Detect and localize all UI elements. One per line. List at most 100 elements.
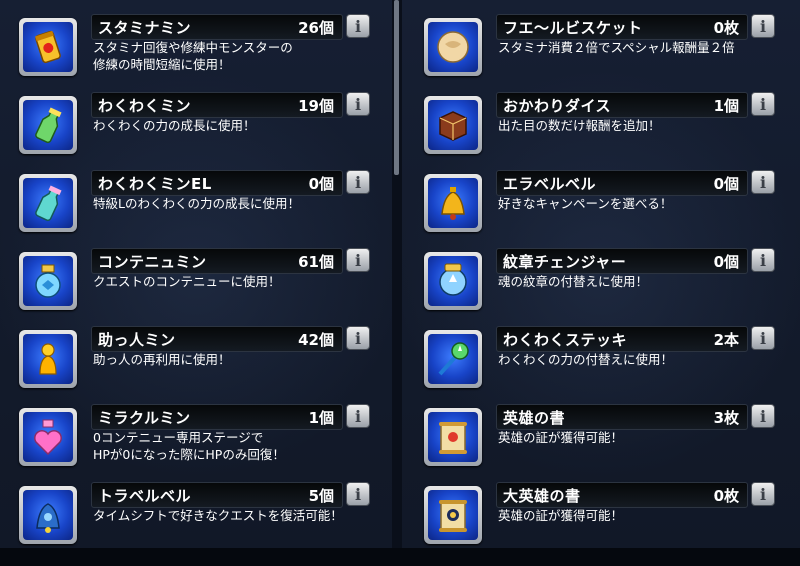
- description-line: 0コンテニュー専用ステージで: [93, 430, 264, 445]
- item-name: コンテニュミン: [98, 253, 207, 271]
- info-icon: i: [759, 95, 767, 114]
- description-line: 好きなキャンペーンを選べる！: [498, 196, 673, 211]
- info-icon: i: [354, 329, 362, 348]
- item-row[interactable]: コンテニュミン 61個 i クエストのコンテニューに使用！: [19, 248, 379, 320]
- item-row[interactable]: 助っ人ミン 42個 i 助っ人の再利用に使用！: [19, 326, 379, 398]
- info-button[interactable]: i: [346, 14, 370, 38]
- info-button[interactable]: i: [346, 92, 370, 116]
- item-name: 大英雄の書: [503, 487, 581, 505]
- item-row[interactable]: わくわくミン 19個 i わくわくの力の成長に使用！: [19, 92, 379, 164]
- item-name: エラベルベル: [503, 175, 597, 193]
- stamina-can-icon: [23, 22, 73, 72]
- item-name: 紋章チェンジャー: [503, 253, 627, 271]
- item-row[interactable]: わくわくステッキ 2本 i わくわくの力の付替えに使用！: [424, 326, 784, 398]
- item-count: 0個: [713, 175, 739, 193]
- info-button[interactable]: i: [346, 404, 370, 428]
- info-icon: i: [354, 173, 362, 192]
- item-count: 61個: [298, 253, 334, 271]
- item-name-bar: 助っ人ミン 42個: [91, 326, 343, 352]
- info-icon: i: [354, 407, 362, 426]
- description-line: HPが0になった際にHPのみ回復！: [93, 447, 285, 462]
- item-icon-frame: [424, 174, 482, 232]
- item-description: 好きなキャンペーンを選べる！: [498, 195, 788, 212]
- item-description: タイムシフトで好きなクエストを復活可能！: [93, 507, 383, 524]
- item-name-bar: わくわくミンEL 0個: [91, 170, 343, 196]
- info-button[interactable]: i: [751, 14, 775, 38]
- scrollbar[interactable]: [394, 0, 399, 175]
- info-icon: i: [759, 485, 767, 504]
- info-icon: i: [759, 407, 767, 426]
- description-line: クエストのコンテニューに使用！: [93, 274, 281, 289]
- description-line: 修練の時間短縮に使用！: [93, 57, 231, 72]
- info-button[interactable]: i: [751, 404, 775, 428]
- item-description: 0コンテニュー専用ステージで HPが0になった際にHPのみ回復！: [93, 429, 383, 463]
- teal-bottle-icon: [23, 178, 73, 228]
- item-icon-frame: [424, 252, 482, 310]
- blue-bell-icon: [23, 490, 73, 540]
- item-icon-frame: [19, 486, 77, 544]
- item-name: 助っ人ミン: [98, 331, 176, 349]
- description-line: わくわくの力の付替えに使用！: [498, 352, 674, 367]
- item-description: 英雄の証が獲得可能！: [498, 429, 788, 446]
- magic-wand-icon: [428, 334, 478, 384]
- info-button[interactable]: i: [346, 326, 370, 350]
- item-row[interactable]: 紋章チェンジャー 0個 i 魂の紋章の付替えに使用！: [424, 248, 784, 320]
- item-icon-frame: [19, 18, 77, 76]
- item-description: 助っ人の再利用に使用！: [93, 351, 383, 368]
- scroll-icon: [428, 412, 478, 462]
- item-row[interactable]: わくわくミンEL 0個 i 特級Lのわくわくの力の成長に使用！: [19, 170, 379, 242]
- blue-flask-icon: [23, 256, 73, 306]
- item-description: わくわくの力の付替えに使用！: [498, 351, 788, 368]
- item-count: 42個: [298, 331, 334, 349]
- item-row[interactable]: 英雄の書 3枚 i 英雄の証が獲得可能！: [424, 404, 784, 476]
- item-description: クエストのコンテニューに使用！: [93, 273, 383, 290]
- info-button[interactable]: i: [346, 170, 370, 194]
- item-icon-frame: [19, 252, 77, 310]
- biscuit-icon: [428, 22, 478, 72]
- item-row[interactable]: おかわりダイス 1個 i 出た目の数だけ報酬を追加！: [424, 92, 784, 164]
- item-name-bar: 英雄の書 3枚: [496, 404, 748, 430]
- info-icon: i: [354, 95, 362, 114]
- info-button[interactable]: i: [751, 326, 775, 350]
- item-row[interactable]: ミラクルミン 1個 i 0コンテニュー専用ステージで HPが0になった際にHPのみ…: [19, 404, 379, 476]
- description-line: 出た目の数だけ報酬を追加！: [498, 118, 661, 133]
- info-button[interactable]: i: [751, 248, 775, 272]
- info-button[interactable]: i: [346, 248, 370, 272]
- bottom-bar: [0, 548, 800, 566]
- item-name-bar: スタミナミン 26個: [91, 14, 343, 40]
- info-icon: i: [354, 251, 362, 270]
- item-name-bar: わくわくステッキ 2本: [496, 326, 748, 352]
- item-icon-frame: [424, 408, 482, 466]
- item-icon-frame: [19, 96, 77, 154]
- item-count: 5個: [308, 487, 334, 505]
- right-item-list: フエ〜ルビスケット 0枚 i スタミナ消費２倍でスペシャル報酬量２倍 おかわりダ…: [402, 0, 800, 548]
- description-line: 助っ人の再利用に使用！: [93, 352, 231, 367]
- description-line: 魂の紋章の付替えに使用！: [498, 274, 649, 289]
- item-name-bar: コンテニュミン 61個: [91, 248, 343, 274]
- item-name: わくわくステッキ: [503, 331, 628, 349]
- item-count: 2本: [713, 331, 739, 349]
- description-line: スタミナ消費２倍でスペシャル報酬量２倍: [498, 40, 735, 55]
- item-name-bar: 大英雄の書 0枚: [496, 482, 748, 508]
- item-name-bar: トラベルベル 5個: [91, 482, 343, 508]
- info-icon: i: [354, 485, 362, 504]
- item-name: フエ〜ルビスケット: [503, 19, 643, 37]
- item-name-bar: わくわくミン 19個: [91, 92, 343, 118]
- item-row[interactable]: フエ〜ルビスケット 0枚 i スタミナ消費２倍でスペシャル報酬量２倍: [424, 14, 784, 86]
- item-row[interactable]: トラベルベル 5個 i タイムシフトで好きなクエストを復活可能！: [19, 482, 379, 554]
- item-row[interactable]: スタミナミン 26個 i スタミナ回復や修練中モンスターの 修練の時間短縮に使用！: [19, 14, 379, 86]
- info-button[interactable]: i: [751, 482, 775, 506]
- info-button[interactable]: i: [751, 170, 775, 194]
- item-name-bar: フエ〜ルビスケット 0枚: [496, 14, 748, 40]
- item-row[interactable]: エラベルベル 0個 i 好きなキャンペーンを選べる！: [424, 170, 784, 242]
- green-bottle-icon: [23, 100, 73, 150]
- item-count: 3枚: [713, 409, 739, 427]
- emblem-changer-icon: [428, 256, 478, 306]
- item-row[interactable]: 大英雄の書 0枚 i 英雄の証が獲得可能！: [424, 482, 784, 554]
- description-line: スタミナ回復や修練中モンスターの: [93, 40, 293, 55]
- info-button[interactable]: i: [751, 92, 775, 116]
- item-count: 19個: [298, 97, 334, 115]
- info-icon: i: [759, 17, 767, 36]
- item-count: 0枚: [713, 487, 739, 505]
- info-button[interactable]: i: [346, 482, 370, 506]
